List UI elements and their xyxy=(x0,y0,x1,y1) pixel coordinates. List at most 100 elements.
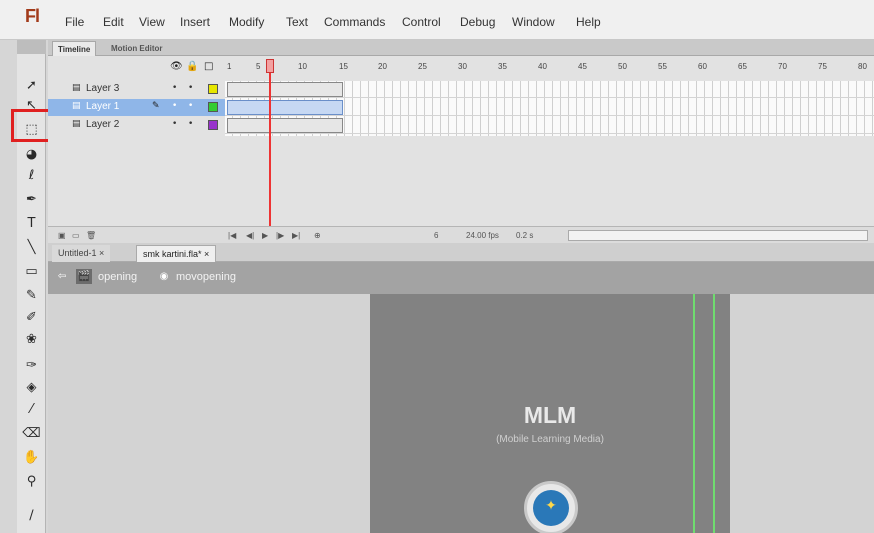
document-tab-bar: Untitled-1 × smk kartini.fla* × xyxy=(48,243,874,262)
breadcrumb-symbol[interactable]: movopening xyxy=(176,271,236,283)
flash-ide-window: Fl File Edit View Insert Modify Text Com… xyxy=(0,0,874,533)
timeline-footer: ▣ ▭ 🗑 |◀ ◀| ▶ |▶ ▶| ⊕ 6 24.00 fps 0.2 s xyxy=(48,226,874,243)
deco-tool-icon[interactable]: ❀ xyxy=(20,330,43,349)
close-icon[interactable]: × xyxy=(204,249,209,259)
edit-bar-breadcrumb: ⇦ 🎬 opening ◉ movopening xyxy=(48,262,874,294)
visibility-dot[interactable]: • xyxy=(172,83,177,93)
tween-span[interactable] xyxy=(227,82,343,97)
eyedropper-tool-icon[interactable]: ⁄ xyxy=(20,400,43,419)
visibility-dot[interactable]: • xyxy=(172,101,177,111)
tween-span[interactable] xyxy=(227,118,343,133)
tween-span-selected[interactable] xyxy=(227,100,343,115)
layer-color-swatch[interactable] xyxy=(208,120,218,130)
menu-insert[interactable]: Insert xyxy=(180,15,210,29)
menu-text[interactable]: Text xyxy=(286,15,308,29)
breadcrumb-scene[interactable]: opening xyxy=(98,271,137,283)
frame-number: 60 xyxy=(698,62,707,71)
stage-title-text[interactable]: MLM xyxy=(370,402,730,429)
document-tab-label: smk kartini.fla* xyxy=(143,249,202,259)
menu-view[interactable]: View xyxy=(139,15,165,29)
frame-number: 65 xyxy=(738,62,747,71)
menu-help[interactable]: Help xyxy=(576,15,601,29)
frame-number: 35 xyxy=(498,62,507,71)
frame-number: 20 xyxy=(378,62,387,71)
frame-number: 50 xyxy=(618,62,627,71)
playhead-handle[interactable] xyxy=(266,59,274,73)
delete-layer-icon[interactable]: 🗑 xyxy=(86,231,96,240)
visibility-dot[interactable]: • xyxy=(172,119,177,129)
frame-number: 5 xyxy=(256,62,261,71)
stage-subtitle-text[interactable]: (Mobile Learning Media) xyxy=(370,434,730,445)
first-frame-icon[interactable]: |◀ xyxy=(228,231,236,240)
tab-timeline[interactable]: Timeline xyxy=(52,41,97,56)
timeline-panel: Timeline Motion Editor 👁 🔒 □ 1 5 10 15 2… xyxy=(48,40,874,243)
last-frame-icon[interactable]: ▶| xyxy=(292,231,300,240)
frame-number: 40 xyxy=(538,62,547,71)
outline-icon[interactable]: □ xyxy=(204,61,213,72)
lasso-tool-icon[interactable]: ℓ xyxy=(20,166,43,185)
layer-name: Layer 1 xyxy=(86,101,120,112)
play-icon[interactable]: ▶ xyxy=(262,231,268,240)
3d-rotation-tool-icon[interactable]: ◕ xyxy=(20,145,43,164)
logo-emblem-icon: ✦ xyxy=(545,498,557,514)
prev-frame-icon[interactable]: ◀| xyxy=(246,231,254,240)
lock-icon[interactable]: 🔒 xyxy=(186,61,198,72)
bone-tool-icon[interactable]: ✑ xyxy=(20,356,43,375)
menu-control[interactable]: Control xyxy=(402,15,441,29)
layer-row-3[interactable]: ▤ Layer 3 • • xyxy=(48,81,228,98)
timeline-horizontal-scrollbar[interactable] xyxy=(568,230,868,241)
document-tab-untitled[interactable]: Untitled-1 × xyxy=(52,245,111,262)
document-tab-label: Untitled-1 xyxy=(58,248,97,258)
next-frame-icon[interactable]: |▶ xyxy=(276,231,284,240)
back-arrow-icon[interactable]: ⇦ xyxy=(54,269,70,284)
brush-tool-icon[interactable]: ✐ xyxy=(20,308,43,327)
lock-dot[interactable]: • xyxy=(188,101,193,111)
close-icon[interactable]: × xyxy=(99,248,104,258)
menu-commands[interactable]: Commands xyxy=(324,15,385,29)
menu-window[interactable]: Window xyxy=(512,15,555,29)
lock-dot[interactable]: • xyxy=(188,119,193,129)
pencil-tool-icon[interactable]: ✎ xyxy=(20,286,43,305)
lock-dot[interactable]: • xyxy=(188,83,193,93)
onion-skin-icon[interactable]: ⊕ xyxy=(314,231,321,240)
show-hide-eye-icon[interactable]: 👁 xyxy=(170,61,183,72)
document-tab-active[interactable]: smk kartini.fla* × xyxy=(136,245,217,262)
frame-row-layer-1 xyxy=(225,99,874,116)
playhead-line xyxy=(269,73,271,243)
eraser-tool-icon[interactable]: ⌫ xyxy=(20,424,43,443)
zoom-tool-icon[interactable]: ⚲ xyxy=(20,472,43,491)
layer-color-swatch[interactable] xyxy=(208,84,218,94)
tut-wuri-handayani-logo[interactable]: ✦ xyxy=(524,481,578,533)
frame-number: 10 xyxy=(298,62,307,71)
frame-number: 30 xyxy=(458,62,467,71)
stroke-color-icon[interactable]: ∕ xyxy=(20,506,43,525)
menu-debug[interactable]: Debug xyxy=(460,15,495,29)
movieclip-icon: ◉ xyxy=(159,271,169,282)
menu-file[interactable]: File xyxy=(65,15,84,29)
frame-row-layer-2 xyxy=(225,117,874,134)
frame-rate-value[interactable]: 24.00 fps xyxy=(466,231,499,240)
tab-motion-editor[interactable]: Motion Editor xyxy=(106,41,168,56)
selection-tool-icon[interactable]: ➚ xyxy=(20,76,43,95)
menu-edit[interactable]: Edit xyxy=(103,15,124,29)
pen-tool-icon[interactable]: ✒ xyxy=(20,190,43,209)
layer-icon: ▤ xyxy=(72,119,81,129)
paint-bucket-tool-icon[interactable]: ◈ xyxy=(20,378,43,397)
line-tool-icon[interactable]: ╲ xyxy=(20,238,43,257)
layer-color-swatch[interactable] xyxy=(208,102,218,112)
timeline-frames-grid[interactable] xyxy=(225,81,874,136)
frame-number: 70 xyxy=(778,62,787,71)
stage-pasteboard[interactable]: MLM (Mobile Learning Media) ✦ xyxy=(48,294,874,533)
frame-number: 80 xyxy=(858,62,867,71)
layer-row-2[interactable]: ▤ Layer 2 • • xyxy=(48,117,228,134)
new-folder-icon[interactable]: ▭ xyxy=(72,231,80,240)
menu-modify[interactable]: Modify xyxy=(229,15,264,29)
layer-name: Layer 2 xyxy=(86,119,120,130)
text-tool-icon[interactable]: T xyxy=(20,214,43,233)
layer-row-1[interactable]: ▤ Layer 1 ✎ • • xyxy=(48,99,228,116)
new-layer-icon[interactable]: ▣ xyxy=(58,231,66,240)
rectangle-tool-icon[interactable]: ▭ xyxy=(20,262,43,281)
hand-tool-icon[interactable]: ✋ xyxy=(20,448,43,467)
stage-canvas[interactable]: MLM (Mobile Learning Media) ✦ xyxy=(370,294,730,533)
logo-inner-circle: ✦ xyxy=(533,490,569,526)
